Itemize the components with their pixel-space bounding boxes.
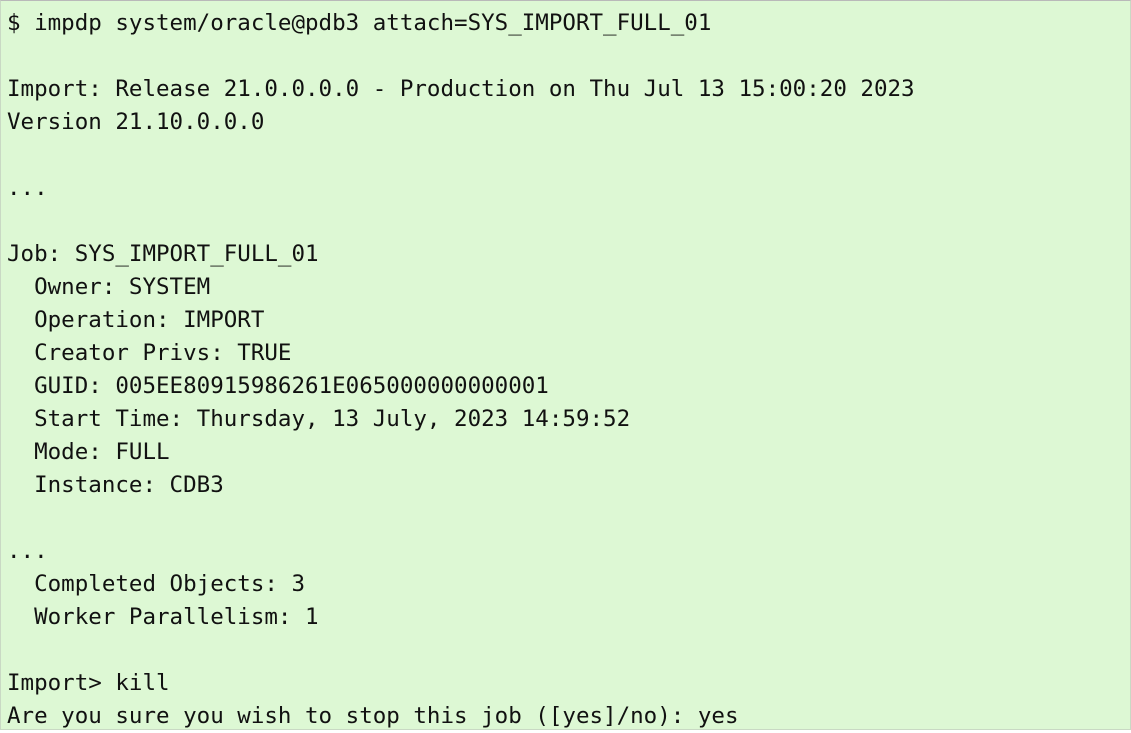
completed-objects-line: Completed Objects: 3 [7,571,306,597]
start-time-line: Start Time: Thursday, 13 July, 2023 14:5… [7,406,631,432]
operation-line: Operation: IMPORT [7,307,265,333]
release-line: Import: Release 21.0.0.0.0 - Production … [7,76,915,102]
mode-line: Mode: FULL [7,439,170,465]
terminal-window: $ impdp system/oracle@pdb3 attach=SYS_IM… [0,0,1131,730]
command-line: $ impdp system/oracle@pdb3 attach=SYS_IM… [7,10,712,36]
version-line: Version 21.10.0.0.0 [7,109,265,135]
instance-line: Instance: CDB3 [7,472,224,498]
worker-parallelism-line: Worker Parallelism: 1 [7,604,319,630]
guid-line: GUID: 005EE80915986261E065000000000001 [7,373,549,399]
job-line: Job: SYS_IMPORT_FULL_01 [7,241,319,267]
terminal-output: $ impdp system/oracle@pdb3 attach=SYS_IM… [7,7,915,733]
owner-line: Owner: SYSTEM [7,274,211,300]
import-prompt-line: Import> kill [7,670,170,696]
confirmation-line: Are you sure you wish to stop this job (… [7,703,739,729]
ellipsis-line: ... [7,538,48,564]
ellipsis-line: ... [7,175,48,201]
creator-privs-line: Creator Privs: TRUE [7,340,292,366]
